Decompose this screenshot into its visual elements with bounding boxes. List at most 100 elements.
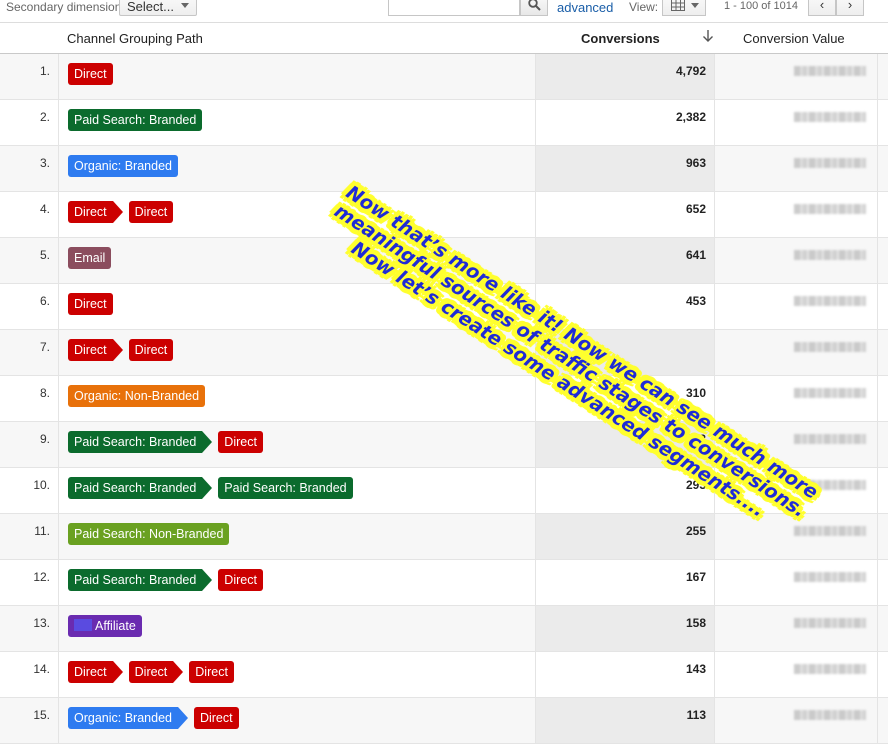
row-number: 15.: [33, 708, 50, 722]
channel-step-chip[interactable]: Paid Search: Non-Branded: [68, 523, 230, 545]
row-number: 12.: [33, 570, 50, 584]
secondary-dimension-select[interactable]: Select...: [119, 0, 197, 16]
table-row[interactable]: 5. Email 641: [0, 238, 888, 284]
channel-step-chip[interactable]: Email: [68, 247, 112, 269]
table-row[interactable]: 7. Direct Direct: [0, 330, 888, 376]
table-row[interactable]: 9. Paid Search: Branded Direct 303: [0, 422, 888, 468]
conversions-cell: 167: [535, 560, 715, 605]
channel-step-label: Direct: [195, 665, 228, 679]
row-number: 14.: [33, 662, 50, 676]
channel-step-chip[interactable]: Direct: [189, 661, 234, 683]
channel-step-chip[interactable]: Direct: [68, 661, 123, 683]
path-cell: [58, 376, 59, 421]
table-search-input[interactable]: [388, 0, 520, 16]
table-row[interactable]: 1. Direct 4,792: [0, 54, 888, 100]
table-row[interactable]: 3. Organic: Branded 963: [0, 146, 888, 192]
channel-step-chip[interactable]: Paid Search: Branded: [68, 109, 203, 131]
channel-step-chip[interactable]: Direct: [128, 201, 174, 223]
channel-step-chip[interactable]: Organic: Branded: [68, 155, 178, 177]
conversions-cell: 143: [535, 652, 715, 697]
row-number: 7.: [39, 340, 50, 354]
channel-step-label: Email: [74, 251, 106, 265]
view-selector-button[interactable]: [662, 0, 706, 16]
conversions-cell: 255: [535, 514, 715, 559]
previous-page-button[interactable]: ‹: [808, 0, 836, 16]
redacted-conversion-value: [794, 618, 866, 628]
channel-step-chip[interactable]: Paid Search: Branded: [68, 431, 213, 453]
redacted-conversion-value: [794, 204, 866, 214]
path-cell: [58, 100, 59, 145]
search-button[interactable]: [520, 0, 548, 16]
row-edge: [877, 376, 888, 421]
path-cell: [58, 192, 59, 237]
channel-step-label: Paid Search: Non-Branded: [74, 527, 224, 541]
redacted-conversion-value: [794, 664, 866, 674]
table-row[interactable]: 8. Organic: Non-Branded 310: [0, 376, 888, 422]
channel-step-chip[interactable]: Direct: [68, 201, 123, 223]
channel-step-chip[interactable]: Direct: [218, 431, 263, 453]
secondary-dimension-value: Select...: [127, 0, 174, 14]
column-header-path[interactable]: Channel Grouping Path: [67, 31, 203, 46]
table-toolbar: Secondary dimension: Select... advanced …: [0, 0, 888, 23]
channel-step-chip[interactable]: Paid Search: Branded: [68, 569, 213, 591]
channel-step-label: Direct: [134, 665, 168, 679]
row-number: 2.: [39, 110, 50, 124]
column-header-conversions[interactable]: Conversions: [581, 31, 660, 46]
path-cell: [58, 146, 59, 191]
path-cell: [58, 606, 59, 651]
column-header-conversion-value[interactable]: Conversion Value: [743, 31, 845, 46]
row-number: 5.: [39, 248, 50, 262]
conversions-value: 167: [685, 570, 706, 584]
search-icon: [528, 0, 541, 11]
conversions-cell: 2,382: [535, 100, 715, 145]
redacted-conversion-value: [794, 250, 866, 260]
channel-step-label: Direct: [199, 711, 233, 725]
sort-descending-icon[interactable]: [702, 29, 714, 43]
table-row[interactable]: 12. Paid Search: Branded Direct 167: [0, 560, 888, 606]
channel-step-label: Direct: [74, 67, 107, 81]
channel-step-label: Organic: Branded: [74, 159, 172, 173]
redacted-conversion-value: [794, 66, 866, 76]
conversions-value: 113: [686, 708, 706, 722]
path-cell: [58, 652, 59, 697]
path-cell: [58, 422, 59, 467]
channel-step-chip[interactable]: Organic: Non-Branded: [68, 385, 206, 407]
channel-step-chip[interactable]: Direct: [68, 293, 113, 315]
channel-step-chip[interactable]: Direct: [128, 661, 183, 683]
channel-step-chip[interactable]: Direct: [68, 63, 113, 85]
channel-step-label: Paid Search: Branded: [74, 573, 197, 587]
channel-step-chip[interactable]: Organic: Branded: [68, 707, 188, 729]
redacted-conversion-value: [794, 434, 866, 444]
channel-step-label: Organic: Branded: [74, 711, 172, 725]
channel-step-label: Direct: [74, 343, 107, 357]
conversions-cell: 963: [535, 146, 715, 191]
channel-step-chip[interactable]: Affiliate: [68, 615, 142, 637]
channel-step-chip[interactable]: Paid Search: Branded: [218, 477, 353, 499]
row-edge: [877, 468, 888, 513]
table-row[interactable]: 10. Paid Search: Branded Paid Search: Bran…: [0, 468, 888, 514]
conversions-cell: 641: [535, 238, 715, 283]
conversions-value: 303: [685, 432, 706, 446]
table-row[interactable]: 4. Direct Direct 652: [0, 192, 888, 238]
channel-step-chip[interactable]: Direct: [128, 339, 174, 361]
conversions-cell: 303: [535, 422, 715, 467]
table-row[interactable]: 13. Affiliate 158: [0, 606, 888, 652]
redacted-conversion-value: [794, 342, 866, 352]
channel-step-chip[interactable]: Direct: [218, 569, 263, 591]
row-edge: [877, 606, 888, 651]
channel-step-chip[interactable]: Direct: [193, 707, 239, 729]
next-page-button[interactable]: ›: [836, 0, 864, 16]
conversions-value: 963: [685, 156, 706, 170]
channel-step-chip[interactable]: Paid Search: Branded: [68, 477, 213, 499]
row-number: 11.: [34, 524, 50, 538]
table-row[interactable]: 6. Direct 453: [0, 284, 888, 330]
table-row[interactable]: 15. Organic: Branded Direct 113: [0, 698, 888, 744]
advanced-filter-link[interactable]: advanced: [557, 0, 613, 15]
table-row[interactable]: 11. Paid Search: Non-Branded 255: [0, 514, 888, 560]
conversions-value: 641: [685, 248, 706, 262]
path-cell: [58, 514, 59, 559]
table-row[interactable]: 2. Paid Search: Branded 2,382: [0, 100, 888, 146]
channel-step-label: Direct: [74, 665, 107, 679]
table-row[interactable]: 14. Direct Direct Direct 143: [0, 652, 888, 698]
channel-step-chip[interactable]: Direct: [68, 339, 123, 361]
